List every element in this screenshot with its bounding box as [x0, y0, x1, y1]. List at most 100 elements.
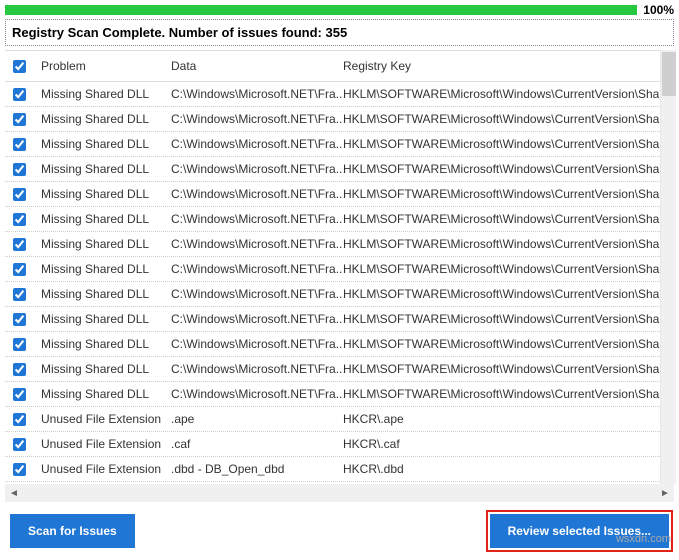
- table-row[interactable]: Missing Shared DLLC:\Windows\Microsoft.N…: [5, 282, 674, 307]
- cell-key: HKLM\SOFTWARE\Microsoft\Windows\CurrentV…: [343, 162, 674, 176]
- cell-problem: Missing Shared DLL: [41, 112, 171, 126]
- select-all-checkbox[interactable]: [13, 60, 26, 73]
- vertical-scrollbar[interactable]: [660, 50, 676, 484]
- cell-data: .ape: [171, 412, 343, 426]
- table-row[interactable]: Unused File Extension.apeHKCR\.ape: [5, 407, 674, 432]
- cell-key: HKLM\SOFTWARE\Microsoft\Windows\CurrentV…: [343, 187, 674, 201]
- table-row[interactable]: Missing Shared DLLC:\Windows\Microsoft.N…: [5, 332, 674, 357]
- header-key[interactable]: Registry Key: [343, 59, 674, 73]
- cell-problem: Missing Shared DLL: [41, 212, 171, 226]
- row-checkbox-cell: [11, 87, 41, 101]
- table-row[interactable]: Missing Shared DLLC:\Windows\Microsoft.N…: [5, 307, 674, 332]
- footer: Scan for Issues Review selected Issues..…: [0, 506, 679, 560]
- table-row[interactable]: Missing Shared DLLC:\Windows\Microsoft.N…: [5, 207, 674, 232]
- row-checkbox[interactable]: [13, 263, 26, 276]
- scroll-right-icon[interactable]: ►: [658, 486, 672, 500]
- cell-problem: Missing Shared DLL: [41, 137, 171, 151]
- progress-wrap: 100%: [0, 0, 679, 19]
- row-checkbox[interactable]: [13, 288, 26, 301]
- cell-key: HKLM\SOFTWARE\Microsoft\Windows\CurrentV…: [343, 312, 674, 326]
- cell-problem: Missing Shared DLL: [41, 87, 171, 101]
- row-checkbox-cell: [11, 162, 41, 176]
- table-row[interactable]: Unused File Extension.dbd - DB_Open_dbdH…: [5, 457, 674, 482]
- cell-data: C:\Windows\Microsoft.NET\Fra...: [171, 187, 343, 201]
- review-button[interactable]: Review selected Issues...: [490, 514, 669, 548]
- row-checkbox[interactable]: [13, 213, 26, 226]
- row-checkbox-cell: [11, 412, 41, 426]
- cell-data: C:\Windows\Microsoft.NET\Fra...: [171, 112, 343, 126]
- cell-problem: Missing Shared DLL: [41, 237, 171, 251]
- cell-key: HKLM\SOFTWARE\Microsoft\Windows\CurrentV…: [343, 362, 674, 376]
- cell-data: C:\Windows\Microsoft.NET\Fra...: [171, 212, 343, 226]
- row-checkbox[interactable]: [13, 313, 26, 326]
- cell-data: C:\Windows\Microsoft.NET\Fra...: [171, 337, 343, 351]
- table-row[interactable]: Unused File Extension.dbop - DB_Open_dbo…: [5, 482, 674, 484]
- progress-percent: 100%: [643, 3, 674, 17]
- table-row[interactable]: Missing Shared DLLC:\Windows\Microsoft.N…: [5, 232, 674, 257]
- cell-data: C:\Windows\Microsoft.NET\Fra...: [171, 387, 343, 401]
- row-checkbox-cell: [11, 462, 41, 476]
- cell-data: C:\Windows\Microsoft.NET\Fra...: [171, 362, 343, 376]
- scroll-left-icon[interactable]: ◄: [7, 486, 21, 500]
- cell-problem: Unused File Extension: [41, 462, 171, 476]
- row-checkbox[interactable]: [13, 138, 26, 151]
- cell-data: C:\Windows\Microsoft.NET\Fra...: [171, 162, 343, 176]
- row-checkbox-cell: [11, 362, 41, 376]
- cell-key: HKLM\SOFTWARE\Microsoft\Windows\CurrentV…: [343, 337, 674, 351]
- table-row[interactable]: Missing Shared DLLC:\Windows\Microsoft.N…: [5, 382, 674, 407]
- header-data[interactable]: Data: [171, 59, 343, 73]
- cell-problem: Missing Shared DLL: [41, 337, 171, 351]
- table-row[interactable]: Missing Shared DLLC:\Windows\Microsoft.N…: [5, 182, 674, 207]
- cell-key: HKCR\.ape: [343, 412, 674, 426]
- row-checkbox[interactable]: [13, 463, 26, 476]
- cell-problem: Missing Shared DLL: [41, 362, 171, 376]
- cell-problem: Unused File Extension: [41, 412, 171, 426]
- cell-data: .caf: [171, 437, 343, 451]
- cell-problem: Unused File Extension: [41, 437, 171, 451]
- row-checkbox[interactable]: [13, 238, 26, 251]
- row-checkbox-cell: [11, 312, 41, 326]
- table-header: Problem Data Registry Key: [5, 50, 674, 82]
- cell-data: C:\Windows\Microsoft.NET\Fra...: [171, 87, 343, 101]
- progress-bar: [5, 5, 637, 15]
- row-checkbox[interactable]: [13, 338, 26, 351]
- cell-key: HKLM\SOFTWARE\Microsoft\Windows\CurrentV…: [343, 387, 674, 401]
- review-button-highlight: Review selected Issues...: [486, 510, 673, 552]
- row-checkbox[interactable]: [13, 163, 26, 176]
- cell-problem: Missing Shared DLL: [41, 387, 171, 401]
- row-checkbox-cell: [11, 262, 41, 276]
- scroll-thumb[interactable]: [662, 52, 676, 96]
- header-problem[interactable]: Problem: [41, 59, 171, 73]
- cell-problem: Missing Shared DLL: [41, 162, 171, 176]
- cell-problem: Missing Shared DLL: [41, 312, 171, 326]
- row-checkbox-cell: [11, 112, 41, 126]
- row-checkbox-cell: [11, 212, 41, 226]
- row-checkbox-cell: [11, 337, 41, 351]
- row-checkbox[interactable]: [13, 413, 26, 426]
- row-checkbox[interactable]: [13, 363, 26, 376]
- cell-problem: Missing Shared DLL: [41, 287, 171, 301]
- cell-data: C:\Windows\Microsoft.NET\Fra...: [171, 137, 343, 151]
- row-checkbox-cell: [11, 187, 41, 201]
- cell-key: HKLM\SOFTWARE\Microsoft\Windows\CurrentV…: [343, 87, 674, 101]
- row-checkbox[interactable]: [13, 438, 26, 451]
- table-row[interactable]: Unused File Extension.cafHKCR\.caf: [5, 432, 674, 457]
- cell-data: C:\Windows\Microsoft.NET\Fra...: [171, 287, 343, 301]
- cell-key: HKLM\SOFTWARE\Microsoft\Windows\CurrentV…: [343, 212, 674, 226]
- table-row[interactable]: Missing Shared DLLC:\Windows\Microsoft.N…: [5, 357, 674, 382]
- row-checkbox[interactable]: [13, 88, 26, 101]
- row-checkbox-cell: [11, 137, 41, 151]
- table-row[interactable]: Missing Shared DLLC:\Windows\Microsoft.N…: [5, 157, 674, 182]
- cell-key: HKLM\SOFTWARE\Microsoft\Windows\CurrentV…: [343, 237, 674, 251]
- table-row[interactable]: Missing Shared DLLC:\Windows\Microsoft.N…: [5, 107, 674, 132]
- row-checkbox[interactable]: [13, 388, 26, 401]
- table-row[interactable]: Missing Shared DLLC:\Windows\Microsoft.N…: [5, 132, 674, 157]
- cell-key: HKLM\SOFTWARE\Microsoft\Windows\CurrentV…: [343, 287, 674, 301]
- row-checkbox-cell: [11, 237, 41, 251]
- horizontal-scrollbar[interactable]: ◄ ►: [5, 484, 674, 502]
- table-row[interactable]: Missing Shared DLLC:\Windows\Microsoft.N…: [5, 82, 674, 107]
- row-checkbox[interactable]: [13, 113, 26, 126]
- scan-button[interactable]: Scan for Issues: [10, 514, 135, 548]
- row-checkbox[interactable]: [13, 188, 26, 201]
- table-row[interactable]: Missing Shared DLLC:\Windows\Microsoft.N…: [5, 257, 674, 282]
